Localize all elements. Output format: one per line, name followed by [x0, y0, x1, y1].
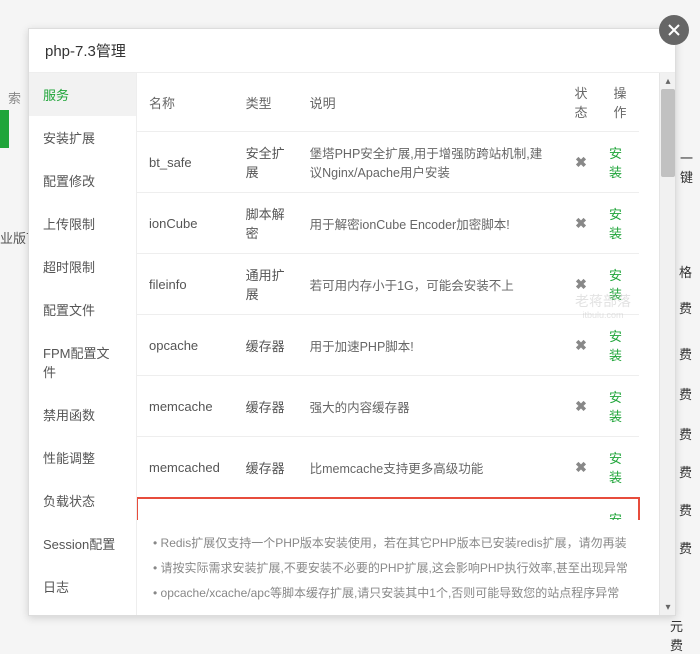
- table-row: redis缓存器基于内存亦可持久化的Key-Value数据库✖安装: [137, 498, 639, 521]
- modal-header: php-7.3管理: [29, 29, 675, 73]
- cell-desc: 若可用内存小于1G，可能会安装不上: [298, 254, 561, 315]
- cell-status: ✖: [561, 315, 597, 376]
- table-row: bt_safe安全扩展堡塔PHP安全扩展,用于增强防跨站机制,建议Nginx/A…: [137, 132, 639, 193]
- cell-desc: 用于加速PHP脚本!: [298, 315, 561, 376]
- note-item: • opcache/xcache/apc等脚本缓存扩展,请只安装其中1个,否则可…: [153, 580, 639, 605]
- sidebar-item-4[interactable]: 超时限制: [29, 245, 136, 288]
- cell-status: ✖: [561, 498, 597, 521]
- cell-name: memcache: [137, 376, 234, 437]
- cell-type: 缓存器: [234, 315, 298, 376]
- table-header-row: 名称 类型 说明 状态 操作: [137, 73, 639, 132]
- bg-right-item: 费: [679, 538, 692, 557]
- sidebar-item-3[interactable]: 上传限制: [29, 202, 136, 245]
- table-row: opcache缓存器用于加速PHP脚本!✖安装: [137, 315, 639, 376]
- th-desc: 说明: [298, 73, 561, 132]
- cell-desc: 基于内存亦可持久化的Key-Value数据库: [298, 498, 561, 521]
- cell-status: ✖: [561, 437, 597, 498]
- install-link[interactable]: 安装: [597, 132, 639, 193]
- sidebar-item-10[interactable]: Session配置: [29, 522, 136, 565]
- cell-name: ionCube: [137, 193, 234, 254]
- cell-desc: 比memcache支持更多高级功能: [298, 437, 561, 498]
- scroll-thumb[interactable]: [661, 89, 675, 177]
- bg-right-item: 元费: [670, 616, 692, 654]
- bg-right-item: 费: [679, 344, 692, 363]
- content-area: 老蒋部落 itbulu.com 名称 类型 说明 状态 操作: [137, 73, 675, 615]
- extensions-table-wrap: 名称 类型 说明 状态 操作 bt_safe安全扩展堡塔PHP安全扩展,用于增强…: [137, 73, 659, 520]
- scroll-up-icon[interactable]: ▴: [660, 73, 675, 89]
- cell-status: ✖: [561, 254, 597, 315]
- modal-title: php-7.3管理: [45, 40, 126, 61]
- note-item: • 请按实际需求安装扩展,不要安装不必要的PHP扩展,这会影响PHP执行效率,甚…: [153, 555, 639, 580]
- cell-name: bt_safe: [137, 132, 234, 193]
- sidebar-item-12[interactable]: 慢日志: [29, 608, 136, 615]
- scroll-down-icon[interactable]: ▾: [660, 599, 675, 615]
- cell-type: 脚本解密: [234, 193, 298, 254]
- install-link[interactable]: 安装: [597, 254, 639, 315]
- modal-body: 服务安装扩展配置修改上传限制超时限制配置文件FPM配置文件禁用函数性能调整负载状…: [29, 73, 675, 615]
- cell-type: 通用扩展: [234, 254, 298, 315]
- cell-status: ✖: [561, 132, 597, 193]
- table-row: fileinfo通用扩展若可用内存小于1G，可能会安装不上✖安装: [137, 254, 639, 315]
- cell-type: 安全扩展: [234, 132, 298, 193]
- extensions-table: 名称 类型 说明 状态 操作 bt_safe安全扩展堡塔PHP安全扩展,用于增强…: [137, 73, 639, 520]
- bg-search-text: 索: [8, 88, 21, 107]
- install-link[interactable]: 安装: [597, 437, 639, 498]
- bg-right-item: 费: [679, 500, 692, 519]
- scrollbar[interactable]: ▴ ▾: [659, 73, 675, 615]
- bg-right-item: 费: [679, 298, 692, 317]
- sidebar-item-9[interactable]: 负载状态: [29, 479, 136, 522]
- th-name: 名称: [137, 73, 234, 132]
- cell-desc: 用于解密ionCube Encoder加密脚本!: [298, 193, 561, 254]
- bg-right-item: 费: [679, 462, 692, 481]
- cell-type: 缓存器: [234, 376, 298, 437]
- cell-status: ✖: [561, 193, 597, 254]
- sidebar-item-5[interactable]: 配置文件: [29, 288, 136, 331]
- close-button[interactable]: [659, 15, 689, 45]
- install-link[interactable]: 安装: [597, 315, 639, 376]
- close-icon: [666, 22, 682, 38]
- note-item: • Redis扩展仅支持一个PHP版本安装使用，若在其它PHP版本已安装redi…: [153, 530, 639, 555]
- sidebar-item-0[interactable]: 服务: [29, 73, 136, 116]
- sidebar: 服务安装扩展配置修改上传限制超时限制配置文件FPM配置文件禁用函数性能调整负载状…: [29, 73, 137, 615]
- table-row: memcached缓存器比memcache支持更多高级功能✖安装: [137, 437, 639, 498]
- install-link[interactable]: 安装: [597, 376, 639, 437]
- table-row: memcache缓存器强大的内容缓存器✖安装: [137, 376, 639, 437]
- sidebar-item-11[interactable]: 日志: [29, 565, 136, 608]
- sidebar-item-7[interactable]: 禁用函数: [29, 393, 136, 436]
- notes-block: • Redis扩展仅支持一个PHP版本安装使用，若在其它PHP版本已安装redi…: [137, 520, 659, 615]
- sidebar-item-2[interactable]: 配置修改: [29, 159, 136, 202]
- bg-green-bar: [0, 110, 9, 148]
- php-manage-modal: php-7.3管理 服务安装扩展配置修改上传限制超时限制配置文件FPM配置文件禁…: [28, 28, 676, 616]
- cell-name: opcache: [137, 315, 234, 376]
- cell-status: ✖: [561, 376, 597, 437]
- sidebar-item-6[interactable]: FPM配置文件: [29, 331, 136, 393]
- bg-right-item: 费: [679, 424, 692, 443]
- cell-desc: 强大的内容缓存器: [298, 376, 561, 437]
- cell-name: memcached: [137, 437, 234, 498]
- table-row: ionCube脚本解密用于解密ionCube Encoder加密脚本!✖安装: [137, 193, 639, 254]
- cell-type: 缓存器: [234, 498, 298, 521]
- install-link[interactable]: 安装: [597, 498, 639, 521]
- sidebar-item-8[interactable]: 性能调整: [29, 436, 136, 479]
- th-type: 类型: [234, 73, 298, 132]
- cell-name: redis: [137, 498, 234, 521]
- sidebar-item-1[interactable]: 安装扩展: [29, 116, 136, 159]
- install-link[interactable]: 安装: [597, 193, 639, 254]
- cell-name: fileinfo: [137, 254, 234, 315]
- th-status: 状态: [561, 73, 597, 132]
- th-action: 操作: [597, 73, 639, 132]
- cell-desc: 堡塔PHP安全扩展,用于增强防跨站机制,建议Nginx/Apache用户安装: [298, 132, 561, 193]
- bg-right-item: 费: [679, 384, 692, 403]
- cell-type: 缓存器: [234, 437, 298, 498]
- bg-right-item: 格: [679, 262, 692, 281]
